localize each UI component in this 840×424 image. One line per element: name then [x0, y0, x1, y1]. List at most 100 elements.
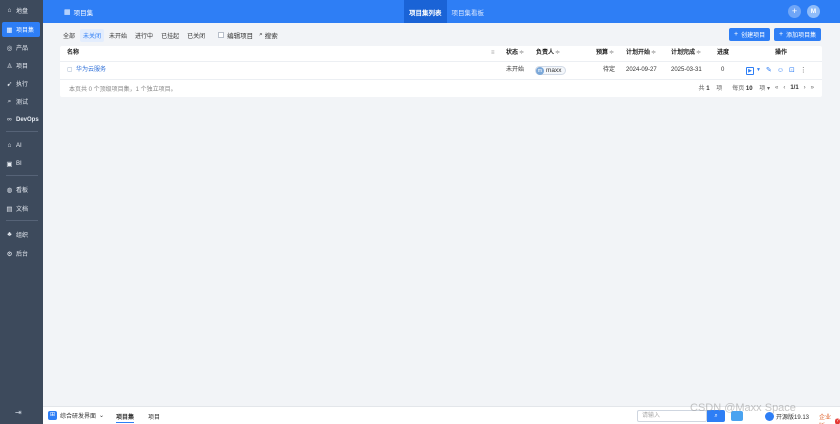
sidebar-item-admin[interactable]: ⚙ 后台 — [2, 246, 40, 261]
more-icon[interactable]: ⋮ — [800, 66, 807, 75]
row-plan-end: 2025-03-31 — [671, 67, 702, 73]
sidebar-item-home[interactable]: ⌂ 地盘 — [2, 3, 40, 18]
sort-icon: ≑ — [519, 50, 525, 56]
devops-icon: ∞ — [7, 116, 12, 123]
filter-tab-closed[interactable]: 已关闭 — [184, 29, 208, 42]
prev-page-icon[interactable]: ‹ — [783, 85, 785, 91]
sidebar-item-execution[interactable]: ➹ 执行 — [2, 76, 40, 91]
header-title: ▦ 项目集 — [64, 9, 94, 17]
last-page-icon[interactable]: » — [811, 85, 814, 91]
team-icon[interactable]: ☺ — [777, 66, 784, 75]
sort-icon: ≑ — [609, 50, 615, 56]
sidebar-item-product[interactable]: ◎ 产品 — [2, 40, 40, 55]
watermark: CSDN @Maxx Space — [690, 402, 796, 414]
table-summary: 本页共 0 个顶级项目集，1 个独立项目。 — [69, 87, 177, 93]
add-program-button[interactable]: + 添加项目集 — [774, 28, 822, 41]
create-project-button[interactable]: + 创建项目 — [729, 28, 771, 41]
filter-tab-doing[interactable]: 进行中 — [132, 29, 156, 42]
filter-bar: 全部 未关闭 未开始 进行中 已挂起 已关闭 编辑项目 ⌕ 搜索 — [60, 28, 278, 42]
sidebar-item-org[interactable]: ♣ 组织 — [2, 227, 40, 242]
edition-link[interactable]: 企业版 ? — [819, 412, 840, 424]
sidebar-item-devops[interactable]: ∞ DevOps — [2, 112, 40, 127]
sort-icon: ≑ — [696, 50, 702, 56]
row-actions: ▶ ▼ ✎ ☺ ⊡ ⋮ — [746, 66, 812, 75]
home-icon: ⌂ — [7, 7, 12, 14]
ai-icon: ⌂ — [7, 142, 12, 149]
row-name-link[interactable]: 华为云服务 — [76, 62, 106, 79]
quick-add-button[interactable]: + — [788, 5, 801, 18]
search-icon[interactable]: ⌕ — [259, 31, 263, 39]
row-owner[interactable]: m maxx — [535, 66, 566, 75]
row-budget: 待定 — [603, 67, 616, 73]
header-tabs: 项目集列表 项目集看板 — [404, 0, 489, 23]
edit-icon[interactable]: ✎ — [766, 66, 772, 75]
next-page-icon[interactable]: › — [804, 85, 806, 91]
user-avatar[interactable]: M — [807, 5, 820, 18]
column-header-status[interactable]: 状态≑ — [506, 46, 524, 61]
sidebar-item-program[interactable]: ▦ 项目集 — [2, 22, 40, 37]
sidebar-item-kanban[interactable]: ◍ 看板 — [2, 182, 40, 197]
column-header-plan-start[interactable]: 计划开始≑ — [626, 46, 656, 61]
kanban-icon: ◍ — [6, 186, 13, 194]
search-toggle[interactable]: 搜索 — [265, 30, 278, 40]
column-header-plan-end[interactable]: 计划完成≑ — [671, 46, 701, 61]
app-switcher[interactable]: ⊞ 综合研发界面 ⌄ — [48, 411, 104, 420]
sidebar: ⌂ 地盘 ▦ 项目集 ◎ 产品 ♙ 项目 ➹ 执行 ⌕ 测试 ∞ DevOps ⌂ AI ▣ BI… — [0, 0, 43, 424]
column-header-actions: 操作 — [775, 50, 788, 56]
execution-icon: ➹ — [6, 80, 13, 88]
pager: 共 1 项 每页 10 项 ▾ « ‹ 1/1 › » — [694, 83, 815, 93]
tab-program-list[interactable]: 项目集列表 — [404, 0, 447, 23]
sidebar-divider — [6, 175, 38, 176]
pager-per-page[interactable]: 每页 10 项 ▾ — [727, 83, 770, 92]
sidebar-item-test[interactable]: ⌕ 测试 — [2, 94, 40, 109]
pager-total: 共 1 项 — [698, 86, 723, 92]
first-page-icon[interactable]: « — [775, 85, 778, 91]
plus-icon: + — [779, 31, 784, 38]
avatar: m — [536, 66, 544, 75]
tab-program-kanban[interactable]: 项目集看板 — [447, 0, 490, 23]
sort-icon: ≑ — [651, 50, 657, 56]
filter-tab-suspended[interactable]: 已挂起 — [158, 29, 182, 42]
row-divider — [60, 79, 822, 80]
bottom-tab-project[interactable]: 项目 — [148, 412, 160, 421]
chevron-down-icon[interactable]: ▼ — [756, 66, 761, 75]
project-icon: ♙ — [6, 62, 13, 70]
program-row-icon: ▢ — [67, 67, 73, 73]
sidebar-divider — [6, 131, 38, 132]
filter-tab-wait[interactable]: 未开始 — [106, 29, 130, 42]
test-icon: ⌕ — [7, 97, 12, 105]
filter-icon[interactable]: ≡ — [491, 46, 495, 61]
column-header-name[interactable]: 名称 — [67, 46, 79, 61]
start-icon[interactable]: ▶ — [746, 66, 754, 75]
program-table: 名称 ≡ 状态≑ 负责人≑ 预算≑ 计划开始≑ 计划完成≑ 进度 操作 ▢ 华为… — [60, 46, 822, 97]
row-status: 未开始 — [506, 67, 525, 73]
collapse-sidebar-icon[interactable]: ⇥ — [15, 408, 22, 417]
bottom-tab-program[interactable]: 项目集 — [116, 412, 135, 423]
header-divider — [60, 61, 822, 62]
bi-icon: ▣ — [6, 160, 13, 168]
edit-projects-checkbox[interactable] — [218, 32, 225, 38]
sidebar-item-ai[interactable]: ⌂ AI — [2, 138, 40, 153]
admin-icon: ⚙ — [6, 250, 13, 258]
sidebar-item-doc[interactable]: ▤ 文档 — [2, 201, 40, 216]
row-plan-start: 2024-09-27 — [626, 67, 657, 73]
row-progress: 0 — [721, 67, 725, 73]
column-header-progress: 进度 — [717, 50, 730, 56]
sort-icon: ≑ — [555, 50, 561, 56]
plus-icon: + — [734, 31, 739, 38]
sidebar-item-bi[interactable]: ▣ BI — [2, 156, 40, 171]
sidebar-item-project[interactable]: ♙ 项目 — [2, 58, 40, 73]
column-header-budget[interactable]: 预算≑ — [596, 46, 614, 61]
sidebar-divider — [6, 220, 38, 221]
product-icon: ◎ — [6, 44, 13, 52]
help-badge: ? — [834, 417, 840, 424]
filter-tab-all[interactable]: 全部 — [60, 29, 78, 42]
column-header-owner[interactable]: 负责人≑ — [536, 46, 560, 61]
program-icon: ▦ — [6, 26, 13, 34]
top-header: ▦ 项目集 项目集列表 项目集看板 + M — [43, 0, 840, 23]
chevron-down-icon: ⌄ — [99, 413, 105, 419]
lock-icon[interactable]: ⊡ — [789, 66, 795, 75]
doc-icon: ▤ — [6, 205, 13, 213]
edit-projects-label: 编辑项目 — [227, 33, 254, 40]
filter-tab-unclosed[interactable]: 未关闭 — [80, 28, 105, 42]
